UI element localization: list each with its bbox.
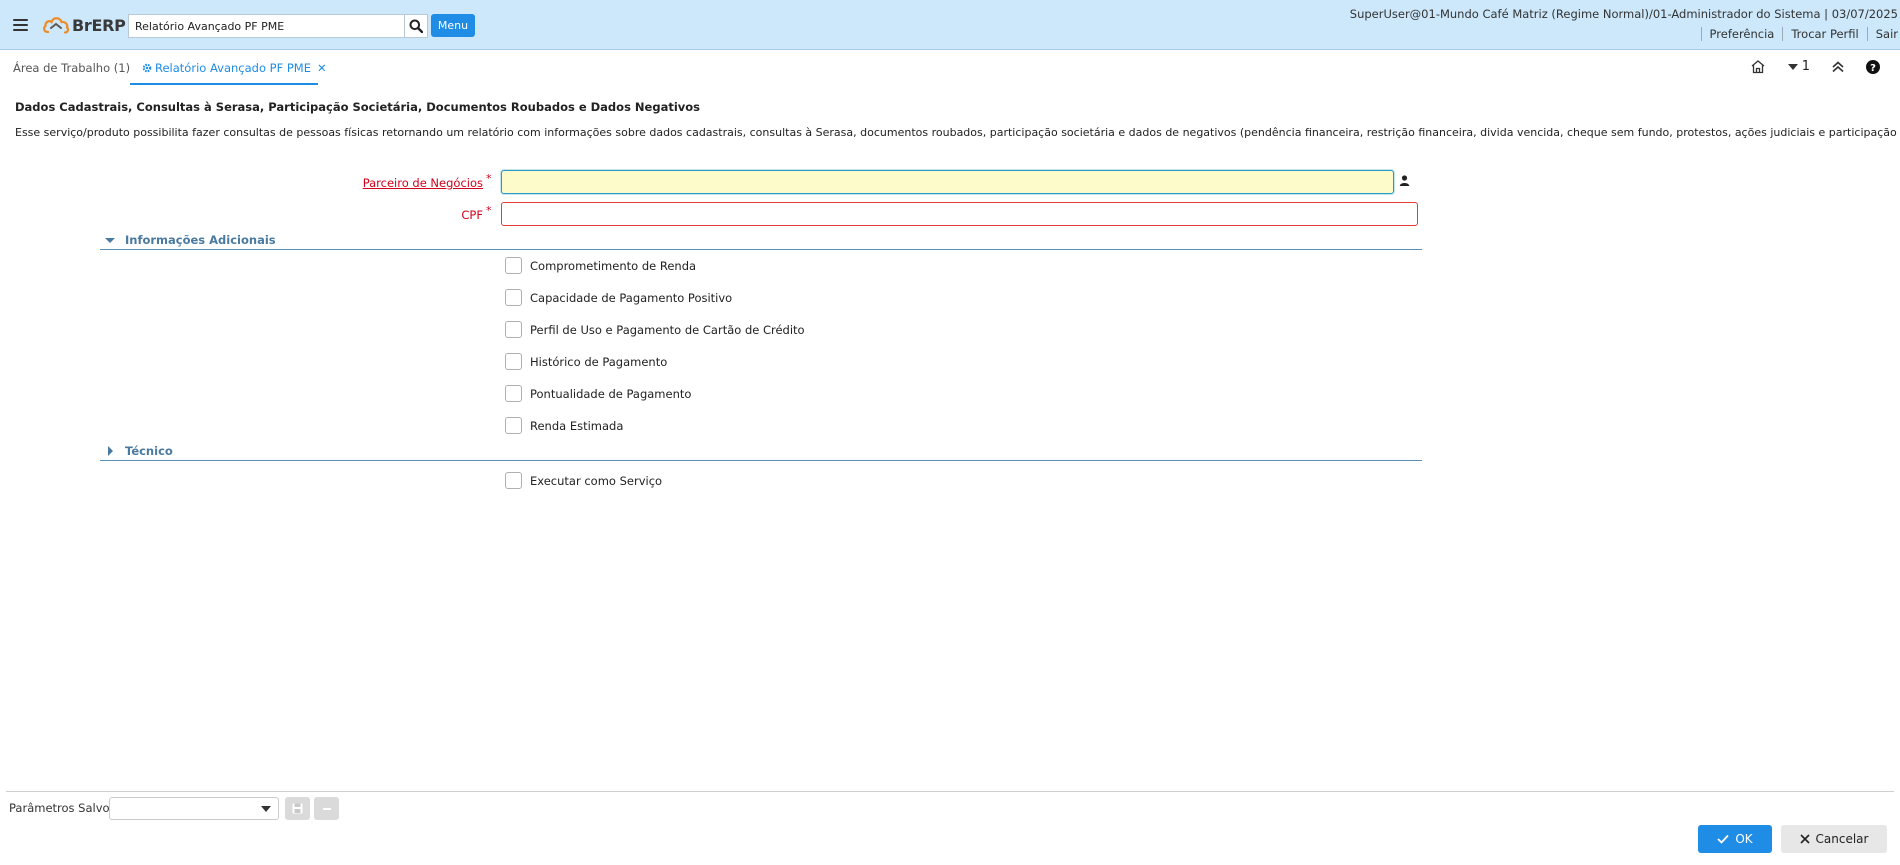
window-tools: 1 ? [1728, 59, 1880, 74]
payment-capacity-label: Capacidade de Pagamento Positivo [530, 290, 733, 305]
payment-capacity-checkbox[interactable] [505, 289, 522, 306]
ok-label: OK [1735, 832, 1753, 846]
saved-parameters-label: Parâmetros Salvos [9, 801, 116, 815]
caret-down-icon [1787, 63, 1798, 70]
checkbox-row-credit-card-profile[interactable]: Perfil de Uso e Pagamento de Cartão de C… [505, 321, 805, 338]
process-description: Esse serviço/produto possibilita fazer c… [15, 126, 1900, 139]
estimated-income-label: Renda Estimada [530, 418, 624, 433]
window-count: 1 [1801, 59, 1810, 74]
payment-history-label: Histórico de Pagamento [530, 354, 668, 369]
section-technical-title[interactable]: Técnico [125, 444, 173, 458]
saved-parameters-select[interactable] [109, 797, 279, 820]
check-icon [1717, 834, 1729, 844]
cancel-button[interactable]: Cancelar [1781, 825, 1887, 853]
partner-label[interactable]: Parceiro de Negócios [340, 176, 483, 190]
run-as-service-label: Executar como Serviço [530, 473, 663, 488]
close-tab-icon[interactable]: ✕ [317, 61, 327, 75]
app-header: BrERP Menu SuperUser@01-Mundo Café Matri… [0, 0, 1900, 50]
close-icon [1799, 834, 1810, 844]
user-info: SuperUser@01-Mundo Café Matriz (Regime N… [1349, 7, 1898, 21]
cancel-label: Cancelar [1815, 832, 1869, 846]
person-icon[interactable] [1399, 175, 1410, 189]
cpf-label: CPF [461, 208, 483, 222]
brerp-logo[interactable]: BrERP [42, 14, 126, 36]
checkbox-row-run-as-service[interactable]: Executar como Serviço [505, 472, 662, 489]
save-icon [292, 803, 303, 814]
partner-input[interactable] [501, 170, 1394, 194]
cpf-input[interactable] [501, 202, 1418, 226]
ok-button[interactable]: OK [1698, 825, 1772, 853]
svg-text:?: ? [1870, 62, 1876, 73]
section-additional-title[interactable]: Informações Adicionais [125, 233, 276, 247]
tab-bar: Área de Trabalho (1) Relatório Avançado … [0, 51, 1900, 85]
payment-history-checkbox[interactable] [505, 353, 522, 370]
partner-required-mark: * [486, 172, 492, 185]
run-as-service-checkbox[interactable] [505, 472, 522, 489]
income-commitment-label: Comprometimento de Renda [530, 258, 697, 273]
logo-text: BrERP [72, 15, 126, 35]
logout-link[interactable]: Sair [1866, 27, 1898, 41]
search-input[interactable] [128, 14, 405, 38]
tab-workspace[interactable]: Área de Trabalho (1) [13, 61, 130, 75]
header-links: Preferência Trocar Perfil Sair [1700, 27, 1898, 41]
active-tab-indicator [130, 83, 318, 85]
chevron-down-icon[interactable] [254, 798, 278, 819]
minus-icon [322, 807, 331, 810]
cpf-required-mark: * [486, 204, 492, 217]
menu-button[interactable]: Menu [431, 14, 475, 37]
payment-punctuality-checkbox[interactable] [505, 385, 522, 402]
checkbox-row-payment-capacity[interactable]: Capacidade de Pagamento Positivo [505, 289, 732, 306]
payment-punctuality-label: Pontualidade de Pagamento [530, 386, 692, 401]
help-icon[interactable]: ? [1866, 59, 1880, 74]
tab-advanced-report[interactable]: Relatório Avançado PF PME ✕ [142, 61, 327, 75]
section-additional-info[interactable]: Informações Adicionais [100, 230, 1422, 250]
search-icon [409, 19, 423, 33]
tab-label: Relatório Avançado PF PME [155, 61, 311, 75]
checkbox-row-payment-history[interactable]: Histórico de Pagamento [505, 353, 667, 370]
footer-divider [6, 791, 1894, 792]
search-button[interactable] [404, 14, 428, 38]
window-list-dropdown[interactable]: 1 [1787, 59, 1810, 74]
section-technical[interactable]: Técnico [100, 441, 1422, 461]
estimated-income-checkbox[interactable] [505, 417, 522, 434]
credit-card-profile-checkbox[interactable] [505, 321, 522, 338]
process-title: Dados Cadastrais, Consultas à Serasa, Pa… [15, 100, 701, 114]
checkbox-row-estimated-income[interactable]: Renda Estimada [505, 417, 623, 434]
gear-icon [142, 63, 152, 73]
hamburger-icon[interactable] [13, 19, 28, 31]
checkbox-row-payment-punctuality[interactable]: Pontualidade de Pagamento [505, 385, 691, 402]
switch-role-link[interactable]: Trocar Perfil [1782, 27, 1866, 41]
cloud-logo-icon [43, 17, 70, 34]
save-parameters-button[interactable] [285, 797, 310, 820]
delete-parameters-button[interactable] [314, 797, 339, 820]
double-chevron-up-icon[interactable] [1832, 60, 1844, 73]
checkbox-row-income-commitment[interactable]: Comprometimento de Renda [505, 257, 696, 274]
caret-down-icon[interactable] [105, 238, 115, 243]
income-commitment-checkbox[interactable] [505, 257, 522, 274]
credit-card-profile-label: Perfil de Uso e Pagamento de Cartão de C… [530, 322, 805, 337]
home-icon[interactable] [1750, 59, 1766, 74]
caret-right-icon[interactable] [108, 446, 113, 456]
preferences-link[interactable]: Preferência [1700, 27, 1783, 41]
